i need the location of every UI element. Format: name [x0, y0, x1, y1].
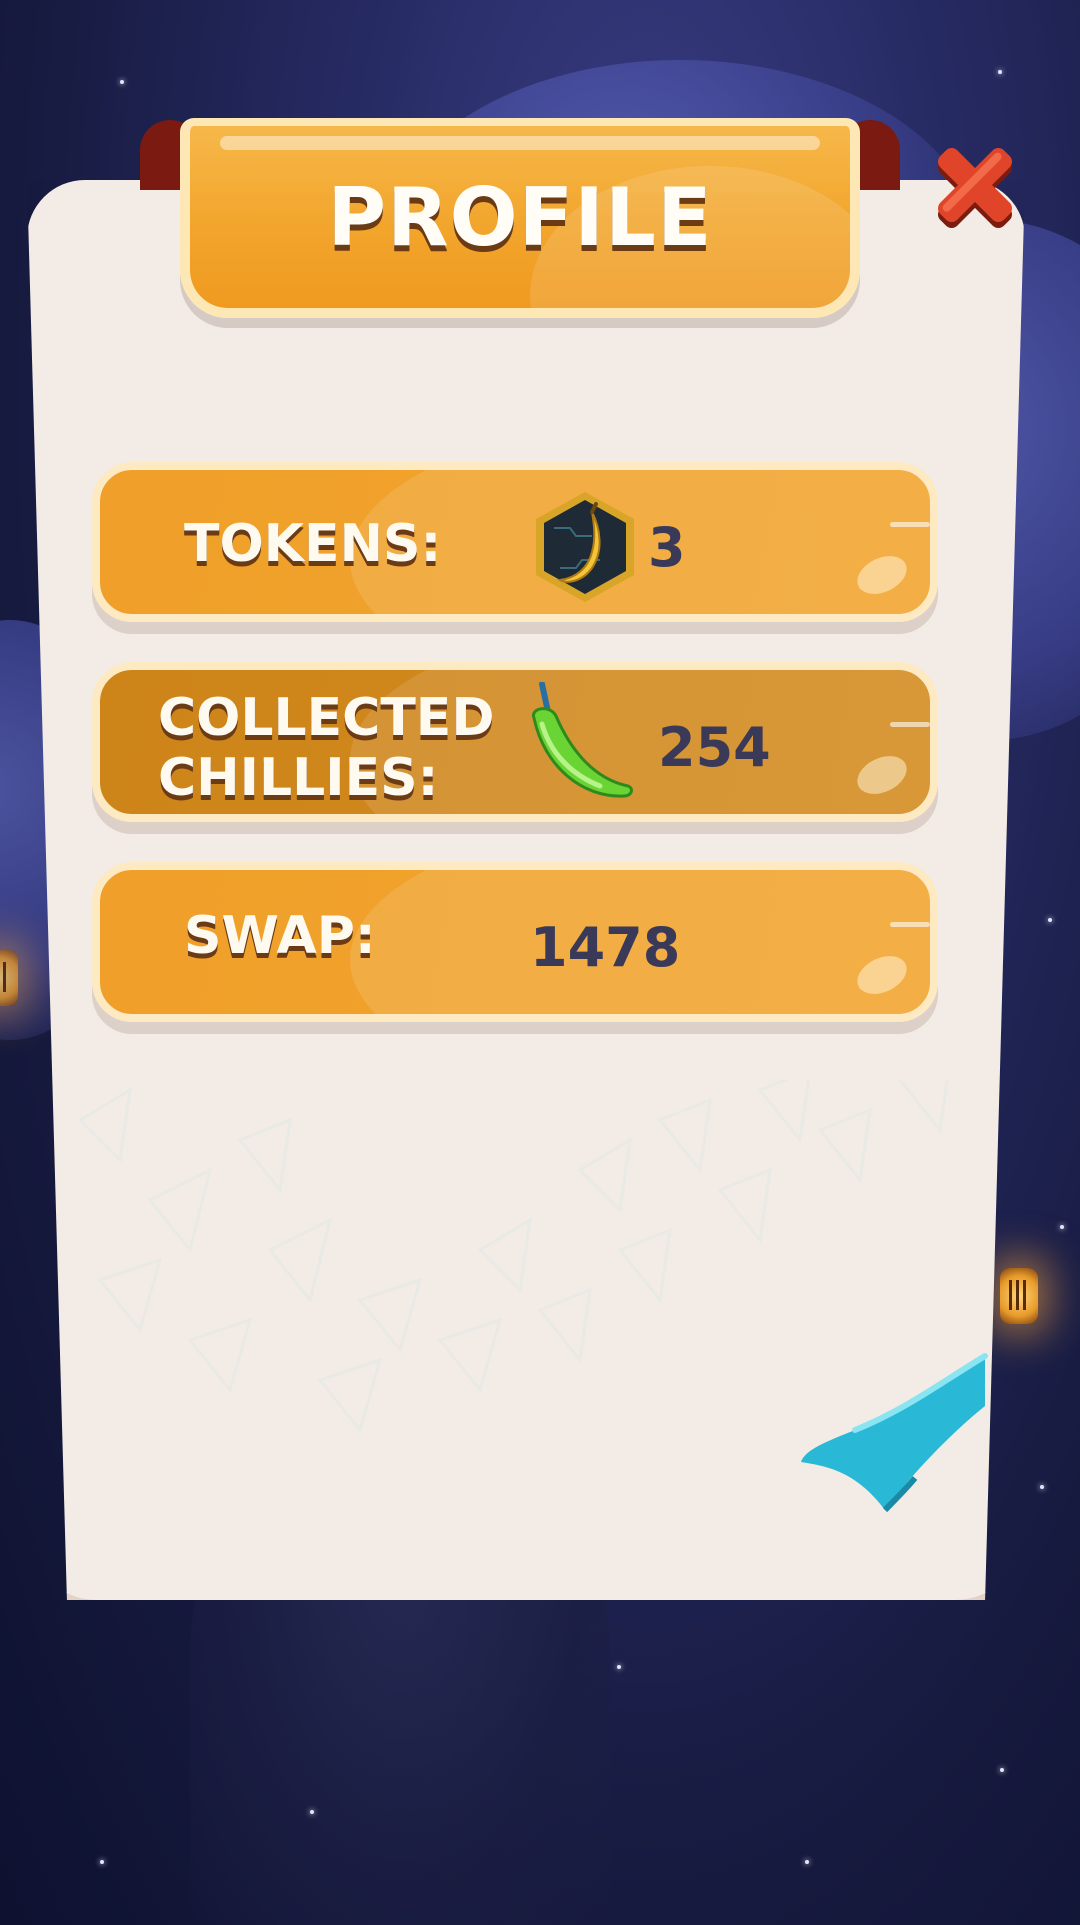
collected-chillies-row: COLLECTED CHILLIES: 254 [92, 662, 938, 822]
star [1060, 1225, 1064, 1229]
collected-chillies-label: COLLECTED CHILLIES: [158, 688, 495, 808]
title-banner: PROFILE [180, 118, 860, 318]
star [100, 1860, 104, 1864]
star [310, 1810, 314, 1814]
close-icon [938, 148, 1012, 222]
collected-chillies-value: 254 [658, 716, 771, 779]
star [1000, 1768, 1004, 1772]
lantern [1000, 1268, 1038, 1324]
swap-label: SWAP: [184, 906, 376, 966]
swap-value: 1478 [530, 916, 681, 979]
star [617, 1665, 621, 1669]
page-title: PROFILE [327, 170, 713, 264]
star [998, 70, 1002, 74]
row-glint [890, 722, 930, 727]
ribbon-flag-decoration [801, 1353, 988, 1513]
star [1040, 1485, 1044, 1489]
tokens-value: 3 [648, 516, 686, 579]
banana-token-icon [536, 492, 634, 602]
green-chilli-icon [532, 682, 633, 798]
swap-row: SWAP: 1478 [92, 862, 938, 1022]
row-glint [890, 522, 930, 527]
star [120, 80, 124, 84]
lantern [0, 950, 18, 1006]
star [805, 1860, 809, 1864]
row-glint [890, 922, 930, 927]
tokens-label: TOKENS: [184, 514, 442, 574]
tokens-row: TOKENS: 3 [92, 462, 938, 622]
close-button[interactable] [920, 130, 1030, 240]
star [1048, 918, 1052, 922]
